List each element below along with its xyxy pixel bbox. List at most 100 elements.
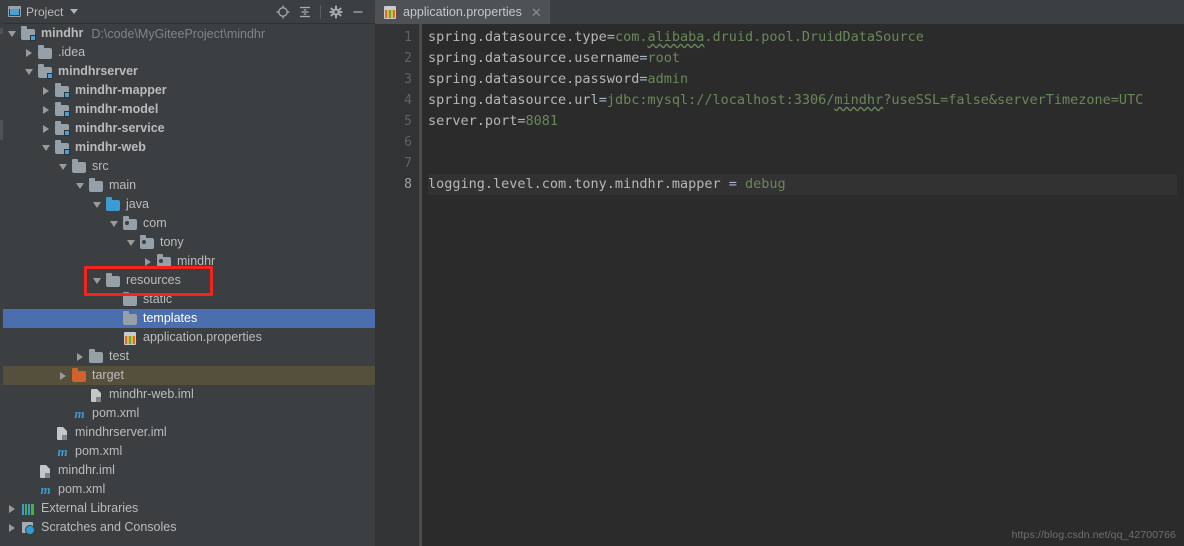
module-folder-icon — [54, 140, 70, 156]
tree-row-mindhr-mapper[interactable]: mindhr-mapper — [0, 81, 375, 100]
collapse-all-icon[interactable] — [294, 1, 316, 23]
tree-row-target[interactable]: target — [0, 366, 375, 385]
collapse-arrow-icon[interactable] — [89, 195, 105, 214]
tree-row-label: pom.xml — [92, 406, 140, 420]
collapse-arrow-icon[interactable] — [89, 271, 105, 290]
expand-arrow-icon[interactable] — [140, 252, 156, 271]
collapse-arrow-icon[interactable] — [55, 157, 71, 176]
editor-gutter[interactable]: 1 2 3 4 5 6 7 8 — [375, 24, 420, 546]
gear-icon[interactable] — [325, 1, 347, 23]
tree-row-mindhr-model[interactable]: mindhr-model — [0, 100, 375, 119]
code-line[interactable] — [428, 132, 1184, 153]
collapse-arrow-icon[interactable] — [21, 62, 37, 81]
gutter-divider — [420, 24, 422, 546]
tree-row-resources[interactable]: resources — [0, 271, 375, 290]
tree-arrow-placeholder — [106, 328, 122, 347]
tree-row-mindhr[interactable]: mindhr D:\code\MyGiteeProject\mindhr — [0, 24, 375, 43]
code-line[interactable] — [428, 153, 1184, 174]
editor-code-content[interactable]: spring.datasource.type=com.alibaba.druid… — [420, 24, 1184, 546]
tree-row-static[interactable]: static — [0, 290, 375, 309]
ide-window: Project mindhr D:\code\MyGiteeProject\mi… — [0, 0, 1184, 546]
tree-row-scratches-and-consoles[interactable]: Scratches and Consoles — [0, 518, 375, 537]
package-folder-icon — [139, 235, 155, 251]
editor-tab-application-properties[interactable]: application.properties ✕ — [375, 0, 550, 24]
code-line[interactable]: logging.level.com.tony.mindhr.mapper = d… — [428, 174, 1184, 195]
tree-row-application-properties[interactable]: application.properties — [0, 328, 375, 347]
tree-row-mindhr-web[interactable]: mindhr-web — [0, 138, 375, 157]
close-icon[interactable]: ✕ — [531, 6, 542, 19]
locate-in-tree-icon[interactable] — [272, 1, 294, 23]
tree-row-mindhr-service[interactable]: mindhr-service — [0, 119, 375, 138]
code-line[interactable]: spring.datasource.url=jdbc:mysql://local… — [428, 90, 1184, 111]
tree-row-pom-xml[interactable]: m pom.xml — [0, 442, 375, 461]
property-value: jdbc:mysql://localhost:3306/mindhr?useSS… — [606, 92, 1144, 108]
module-folder-icon — [54, 83, 70, 99]
tree-row-label: static — [143, 292, 173, 306]
tree-row-path: D:\code\MyGiteeProject\mindhr — [91, 26, 266, 41]
tree-row-label: mindhr-mapper — [75, 83, 167, 97]
tree-row-label: External Libraries — [41, 501, 139, 515]
minimize-icon[interactable] — [347, 1, 369, 23]
expand-arrow-icon[interactable] — [4, 499, 20, 518]
project-panel-title-group[interactable]: Project — [8, 6, 272, 18]
expand-arrow-icon[interactable] — [55, 366, 71, 385]
editor-scrollbar-track[interactable] — [1177, 24, 1184, 546]
tree-row-label: mindhr — [41, 26, 84, 40]
excluded-folder-icon — [71, 368, 87, 384]
tree-row-external-libraries[interactable]: External Libraries — [0, 499, 375, 518]
collapse-arrow-icon[interactable] — [123, 233, 139, 252]
collapse-arrow-icon[interactable] — [72, 176, 88, 195]
tree-arrow-placeholder — [106, 290, 122, 309]
tree-row-mindhrserver-iml[interactable]: mindhrserver.iml — [0, 423, 375, 442]
project-panel-toolbar — [272, 1, 369, 23]
tree-row-mindhr-iml[interactable]: mindhr.iml — [0, 461, 375, 480]
expand-arrow-icon[interactable] — [38, 100, 54, 119]
editor-body: 12345678 spring.datasource.type=com.alib… — [375, 24, 1184, 546]
tree-row-java[interactable]: java — [0, 195, 375, 214]
tree-row-label: mindhr.iml — [58, 463, 115, 477]
project-tree[interactable]: mindhr D:\code\MyGiteeProject\mindhr .idea… — [0, 24, 375, 546]
code-line[interactable]: spring.datasource.type=com.alibaba.druid… — [428, 27, 1184, 48]
collapse-arrow-icon[interactable] — [38, 138, 54, 157]
collapse-arrow-icon[interactable] — [106, 214, 122, 233]
tree-row-idea[interactable]: .idea — [0, 43, 375, 62]
folder-icon — [88, 349, 104, 365]
expand-arrow-icon[interactable] — [38, 119, 54, 138]
module-folder-icon — [20, 26, 36, 42]
tree-row-pom-xml[interactable]: m pom.xml — [0, 480, 375, 499]
chevron-down-icon[interactable] — [70, 9, 79, 14]
expand-arrow-icon[interactable] — [72, 347, 88, 366]
tree-row-mindhr[interactable]: mindhr — [0, 252, 375, 271]
code-line[interactable]: spring.datasource.username=root — [428, 48, 1184, 69]
collapse-arrow-icon[interactable] — [4, 24, 20, 43]
tree-row-mindhr-web-iml[interactable]: mindhr-web.iml — [0, 385, 375, 404]
scratches-icon — [20, 520, 36, 536]
property-key: spring.datasource.username — [428, 50, 640, 66]
tree-row-mindhrserver[interactable]: mindhrserver — [0, 62, 375, 81]
tree-row-main[interactable]: main — [0, 176, 375, 195]
tree-row-pom-xml[interactable]: m pom.xml — [0, 404, 375, 423]
properties-file-icon — [122, 330, 138, 346]
expand-arrow-icon[interactable] — [21, 43, 37, 62]
expand-arrow-icon[interactable] — [4, 518, 20, 537]
expand-arrow-icon[interactable] — [38, 81, 54, 100]
tree-row-com[interactable]: com — [0, 214, 375, 233]
tree-row-tony[interactable]: tony — [0, 233, 375, 252]
code-line[interactable]: spring.datasource.password=admin — [428, 69, 1184, 90]
maven-file-icon: m — [74, 405, 85, 421]
watermark-url: https://blog.csdn.net/qq_42700766 — [1011, 529, 1176, 541]
line-number: 6 — [404, 135, 412, 150]
code-line[interactable]: server.port=8081 — [428, 111, 1184, 132]
tree-row-label: mindhrserver.iml — [75, 425, 167, 439]
tree-row-test[interactable]: test — [0, 347, 375, 366]
tree-row-src[interactable]: src — [0, 157, 375, 176]
tree-row-templates[interactable]: templates — [0, 309, 375, 328]
